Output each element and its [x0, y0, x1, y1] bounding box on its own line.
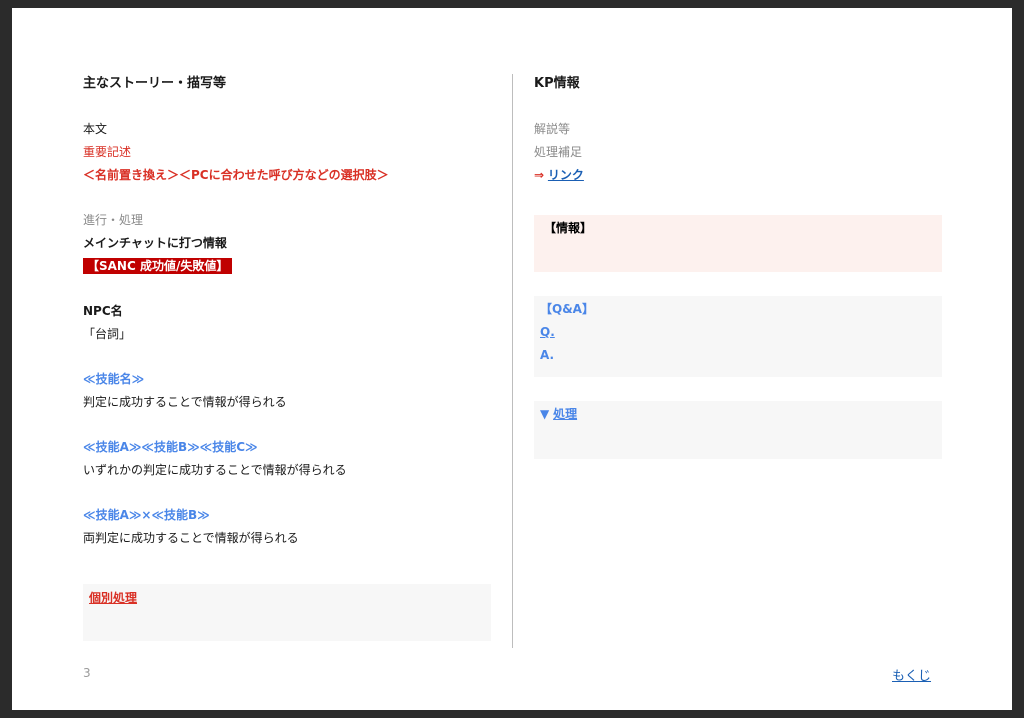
skill-both: ≪技能A≫×≪技能B≫ [83, 508, 210, 522]
skill-multi-result: いずれかの判定に成功することで情報が得られる [83, 463, 347, 477]
main-chat-label: メインチャットに打つ情報 [83, 236, 227, 250]
reference-link[interactable]: リンク [548, 168, 584, 182]
skill-name: ≪技能名≫ [83, 372, 145, 386]
column-divider [512, 74, 513, 648]
process-toggle-link[interactable]: 処理 [553, 407, 577, 421]
info-box: 【情報】 [534, 215, 942, 272]
individual-process-box: 個別処理 [83, 584, 491, 641]
arrow-icon: ⇒ [534, 168, 545, 182]
npc-name: NPC名 [83, 304, 123, 318]
kp-heading: KP情報 [534, 76, 580, 91]
document-page: 主なストーリー・描写等 本文 重要記述 ＜名前置き換え＞＜PCに合わせた呼び方な… [12, 8, 1012, 710]
kp-column: KP情報 解説等 処理補足 ⇒ リンク [534, 74, 944, 187]
npc-dialogue: 「台詞」 [83, 327, 132, 341]
info-box-label: 【情報】 [544, 221, 593, 235]
skill-result: 判定に成功することで情報が得られる [83, 395, 287, 409]
skill-multi: ≪技能A≫≪技能B≫≪技能C≫ [83, 440, 258, 454]
process-box: ▼ 処理 [534, 401, 942, 459]
qa-label: 【Q&A】 [540, 302, 594, 316]
skill-both-result: 両判定に成功することで情報が得られる [83, 531, 299, 545]
answer-label: A. [540, 348, 555, 362]
progress-label: 進行・処理 [83, 213, 144, 227]
individual-process-link[interactable]: 個別処理 [89, 591, 137, 605]
question-link[interactable]: Q. [540, 325, 555, 339]
story-column: 主なストーリー・描写等 本文 重要記述 ＜名前置き換え＞＜PCに合わせた呼び方な… [83, 74, 493, 550]
processing-note-label: 処理補足 [534, 145, 583, 159]
replace-note: ＜名前置き換え＞＜PCに合わせた呼び方などの選択肢＞ [83, 168, 389, 182]
triangle-down-icon: ▼ [540, 407, 550, 421]
important-text-label: 重要記述 [83, 145, 132, 159]
qa-box: 【Q&A】 Q. A. [534, 296, 942, 377]
sanc-badge: 【SANC 成功値/失敗値】 [83, 258, 233, 274]
toc-link[interactable]: もくじ [892, 669, 931, 684]
page-number: 3 [83, 666, 91, 680]
explanation-label: 解説等 [534, 122, 571, 136]
story-heading: 主なストーリー・描写等 [83, 76, 227, 91]
body-text-label: 本文 [83, 122, 108, 136]
